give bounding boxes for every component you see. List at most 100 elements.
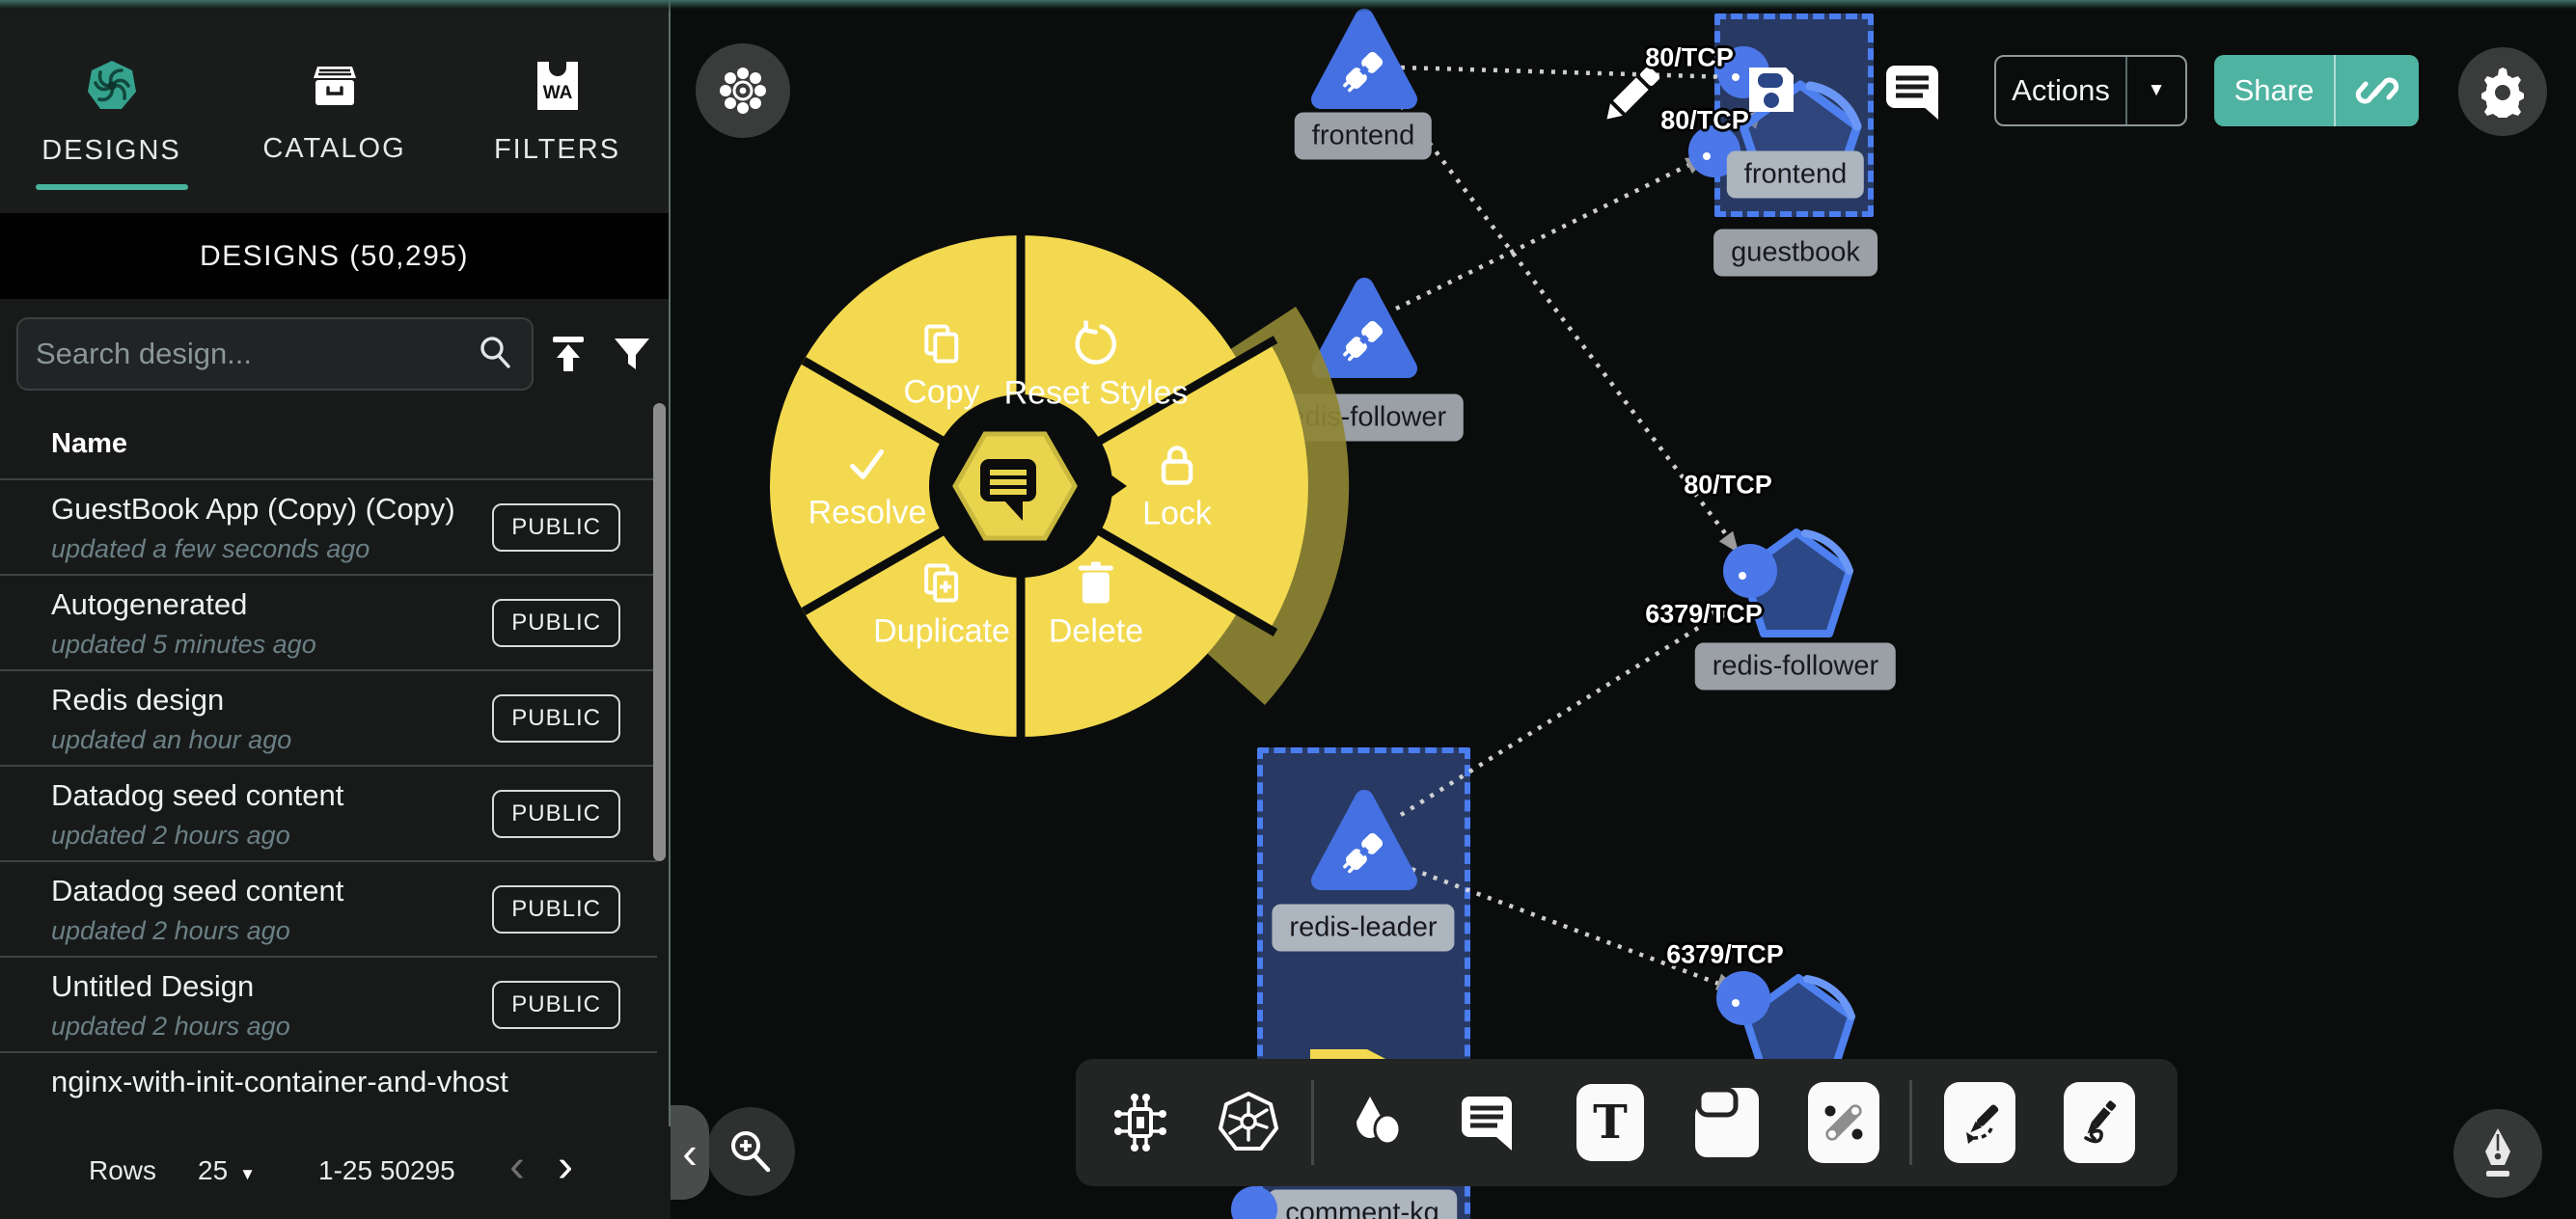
node-label: comment-kg [1268,1190,1457,1219]
visibility-badge: PUBLIC [492,981,620,1029]
cluster-dots-icon [718,66,768,116]
edge-label: 80/TCP [1660,106,1749,136]
svg-text:WA: WA [542,83,572,103]
copy-icon [919,322,964,366]
pen-path-tool-button[interactable] [1933,1070,2026,1176]
kubernetes-icon [1217,1091,1280,1154]
container-icon [1693,1084,1761,1161]
link-chain-icon [1808,1082,1879,1163]
chevron-left-icon: ‹ [682,1126,697,1178]
radial-item-delete[interactable]: Delete [1049,561,1143,651]
filter-funnel-icon[interactable] [604,326,660,382]
service-node-frontend[interactable] [1307,5,1421,119]
radial-item-copy[interactable]: Copy [903,322,979,412]
design-canvas[interactable]: frontend frontend guestbook redis-follow… [671,0,2576,1219]
rows-label: Rows [89,1155,156,1186]
shapes-icon [1345,1091,1409,1154]
design-row[interactable]: Datadog seed content updated 2 hours ago… [0,860,657,956]
circuit-icon [1110,1093,1170,1152]
caret-down-icon[interactable]: ▼ [2127,57,2185,124]
lock-icon [1154,442,1200,488]
text-tool-button[interactable]: T [1564,1070,1657,1176]
comment-tool-button[interactable] [1442,1070,1535,1176]
node-label: frontend [1727,151,1864,199]
kanvas-app: DESIGNS CATALOG WA [0,0,2576,1219]
list-scrollbar[interactable] [653,403,666,861]
prev-page-button[interactable]: ‹ [509,1144,525,1190]
comment-kg-port [1230,1184,1278,1219]
design-row[interactable]: Redis design updated an hour ago PUBLIC [0,669,657,765]
sidebar-tabs: DESIGNS CATALOG WA [0,13,669,213]
relationship-tool-button[interactable] [1797,1070,1890,1176]
pen-path-icon [1944,1082,2015,1163]
edge-redis-follower-guestbook [1396,154,1711,309]
trash-icon [1075,561,1117,606]
visibility-badge: PUBLIC [492,790,620,838]
check-icon [845,443,890,487]
edge-label: 6379/TCP [1645,600,1763,630]
edge-label: 80/TCP [1684,471,1772,501]
edge-label: 80/TCP [1645,43,1734,73]
comment-bubble-icon[interactable] [1884,64,1944,122]
design-row[interactable]: Untitled Design updated 2 hours ago PUBL… [0,956,657,1051]
zoom-in-button[interactable] [706,1107,795,1196]
catalog-archive-icon [310,61,360,116]
duplicate-icon [919,561,964,606]
share-label: Share [2214,55,2336,126]
radial-item-lock[interactable]: Lock [1142,442,1212,533]
radial-item-duplicate[interactable]: Duplicate [873,561,1010,651]
upload-design-icon[interactable] [540,326,596,382]
text-icon: T [1576,1084,1644,1161]
actions-button[interactable]: Actions ▼ [1994,55,2187,126]
search-input[interactable] [36,337,476,371]
pen-tool-button[interactable] [2453,1109,2542,1198]
wasm-filter-icon: WA [535,60,580,117]
designs-count-header: DESIGNS (50,295) [0,213,669,299]
meshery-spiral-icon [85,59,139,118]
reset-icon [1073,321,1119,367]
design-row[interactable]: Autogenerated updated 5 minutes ago PUBL… [0,574,657,669]
gear-icon [2477,66,2529,118]
pagination-bar: Rows 25▼ 1-25 50295 ‹ › [0,1126,671,1219]
next-page-button[interactable]: › [558,1144,573,1190]
radial-item-resolve[interactable]: Resolve [808,443,927,532]
container-tool-button[interactable] [1681,1070,1773,1176]
rows-per-page-select[interactable]: 25▼ [198,1155,256,1186]
comment-icon [1458,1093,1520,1152]
save-floppy-icon [1743,62,1799,118]
toolbar-divider [1311,1080,1314,1165]
design-row[interactable]: Datadog seed content updated 2 hours ago… [0,765,657,860]
actions-label: Actions [1996,57,2127,124]
tab-catalog[interactable]: CATALOG [223,13,446,213]
node-label: guestbook [1713,230,1877,277]
zoom-in-icon [726,1126,776,1177]
settings-button[interactable] [2458,47,2547,136]
cluster-snapshot-button[interactable] [696,43,790,138]
tab-filters[interactable]: WA FILTERS [446,13,669,213]
pen-nib-icon [2474,1126,2522,1180]
design-row[interactable]: GuestBook App (Copy) (Copy) updated a fe… [0,478,657,574]
visibility-badge: PUBLIC [492,503,620,552]
freehand-draw-button[interactable] [2053,1070,2146,1176]
caret-down-icon: ▼ [239,1165,256,1183]
sidebar-collapse-handle[interactable]: ‹ [671,1105,709,1200]
designs-sidebar: DESIGNS CATALOG WA [0,0,671,1219]
share-button[interactable]: Share [2214,55,2419,126]
canvas-toolbar: T [1076,1059,2178,1186]
design-mode-button[interactable] [1094,1070,1187,1176]
top-gradient-strip [0,0,2576,13]
tab-designs[interactable]: DESIGNS [0,13,223,213]
copy-link-icon[interactable] [2336,55,2419,126]
node-label: redis-follower [1695,643,1896,691]
visibility-badge: PUBLIC [492,694,620,743]
design-list: GuestBook App (Copy) (Copy) updated a fe… [0,478,671,1147]
edge-label: 6379/TCP [1666,940,1784,970]
radial-item-reset-styles[interactable]: Reset Styles [1004,321,1189,413]
toolbar-divider [1909,1080,1912,1165]
kubernetes-view-button[interactable] [1202,1070,1295,1176]
tab-catalog-label: CATALOG [262,133,405,165]
shapes-tool-button[interactable] [1330,1070,1423,1176]
pencil-swirl-icon [2064,1082,2135,1163]
node-label: redis-leader [1272,905,1454,952]
radial-context-menu [683,149,1358,824]
